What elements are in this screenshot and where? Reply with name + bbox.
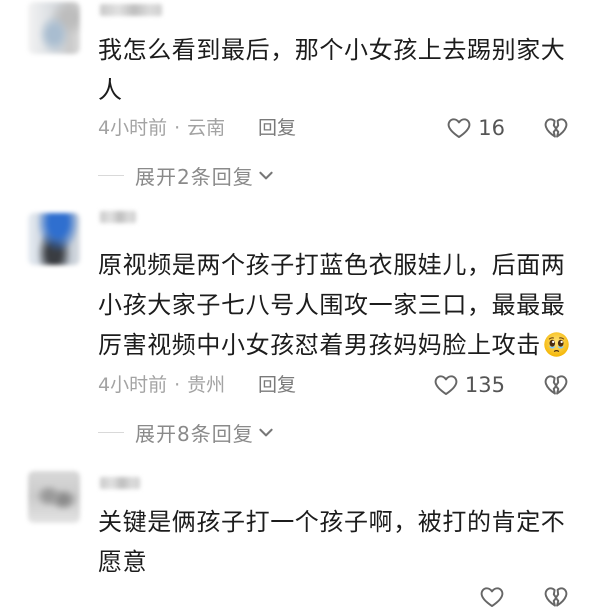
- user-avatar[interactable]: [28, 471, 80, 523]
- like-button[interactable]: [479, 584, 505, 610]
- comment-time: 4小时前: [98, 117, 168, 139]
- comment-text-line: 人: [98, 76, 123, 104]
- username[interactable]: [100, 4, 162, 16]
- face-holding-back-tears-icon: [544, 332, 569, 357]
- comment-text-line: 原视频是两个孩子打蓝色衣服娃儿，后面两: [98, 251, 566, 279]
- broken-heart-icon[interactable]: [543, 372, 569, 398]
- comment-meta-row: [98, 584, 578, 610]
- username[interactable]: [100, 477, 140, 489]
- divider-dash: [98, 431, 124, 433]
- expand-replies-label: 展开8条回复: [135, 421, 254, 446]
- expand-replies-label: 展开2条回复: [135, 164, 254, 189]
- like-count: 135: [464, 373, 505, 397]
- time-location: 4小时前 · 贵州: [98, 372, 225, 398]
- broken-heart-icon[interactable]: [543, 584, 569, 610]
- user-avatar[interactable]: [28, 213, 80, 265]
- chevron-down-icon[interactable]: [257, 423, 275, 441]
- like-count: 16: [478, 116, 505, 140]
- reply-button[interactable]: 回复: [258, 372, 296, 398]
- comment-text-line: 我怎么看到最后，那个小女孩上去踢别家大: [98, 36, 566, 64]
- like-button[interactable]: 16: [446, 115, 505, 141]
- username[interactable]: [100, 211, 136, 223]
- comment-text-line: 厉害视频中小女孩怼着男孩妈妈脸上攻击: [98, 331, 541, 359]
- expand-replies-button[interactable]: 展开8条回复: [98, 419, 275, 446]
- heart-outline-icon[interactable]: [446, 115, 472, 141]
- broken-heart-icon[interactable]: [543, 115, 569, 141]
- comment-meta-row: 4小时前 · 贵州 回复 135: [98, 372, 578, 398]
- comment-time: 4小时前: [98, 374, 168, 396]
- reply-button[interactable]: 回复: [258, 115, 296, 141]
- chevron-down-icon[interactable]: [257, 166, 275, 184]
- expand-replies-button[interactable]: 展开2条回复: [98, 162, 275, 189]
- user-avatar[interactable]: [28, 2, 80, 54]
- time-location: 4小时前 · 云南: [98, 115, 225, 141]
- divider-dash: [98, 174, 124, 176]
- dislike-button[interactable]: [543, 372, 569, 398]
- comment-text: 我怎么看到最后，那个小女孩上去踢别家大 人: [98, 30, 565, 110]
- comment-meta-row: 4小时前 · 云南 回复 16: [98, 115, 578, 141]
- comment-text: 关键是俩孩子打一个孩子啊，被打的肯定不 愿意: [98, 502, 565, 582]
- comment-text-line: 小孩大家子七八号人围攻一家三口，最最最: [98, 291, 566, 319]
- comment-location: 云南: [187, 117, 226, 139]
- comment-text: 原视频是两个孩子打蓝色衣服娃儿，后面两 小孩大家子七八号人围攻一家三口，最最最 …: [98, 245, 570, 365]
- separator: ·: [174, 374, 181, 396]
- separator: ·: [174, 117, 181, 139]
- comment-text-line: 愿意: [98, 548, 148, 576]
- comment-text-line-with-emoji: 厉害视频中小女孩怼着男孩妈妈脸上攻击: [98, 325, 570, 365]
- comment-location: 贵州: [187, 374, 226, 396]
- heart-outline-icon[interactable]: [479, 584, 505, 610]
- dislike-button[interactable]: [543, 115, 569, 141]
- heart-outline-icon[interactable]: [433, 372, 459, 398]
- comment-text-line: 关键是俩孩子打一个孩子啊，被打的肯定不: [98, 508, 566, 536]
- dislike-button[interactable]: [543, 584, 569, 610]
- like-button[interactable]: 135: [433, 372, 505, 398]
